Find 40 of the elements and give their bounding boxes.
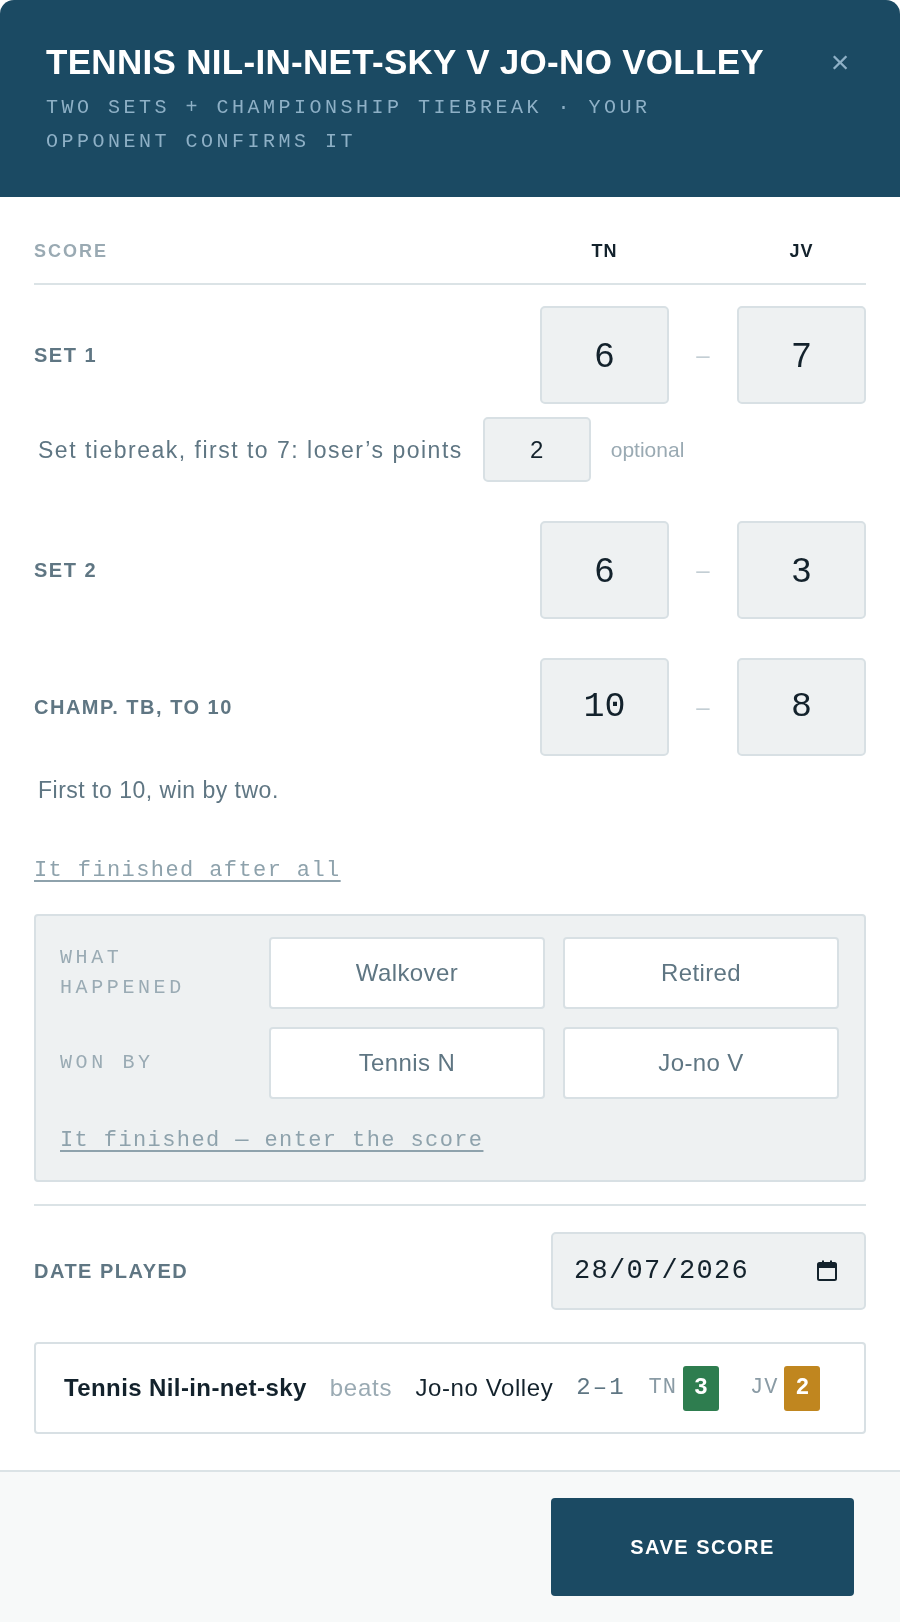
player-code: JV: [749, 1374, 779, 1402]
save-button[interactable]: SAVE SCORE: [551, 1498, 854, 1596]
optional-hint: optional: [610, 436, 685, 463]
winner-name: Tennis Nil-in-net-sky: [64, 1373, 307, 1403]
calendar-icon[interactable]: [816, 1260, 838, 1282]
tiebreak-input[interactable]: 2: [482, 417, 591, 482]
score-input[interactable]: 8: [737, 658, 866, 756]
score-input[interactable]: 6: [540, 521, 669, 619]
tiebreak-label: Set tiebreak, first to 7: loser’s points: [38, 435, 463, 464]
close-button[interactable]: ×: [820, 42, 860, 82]
field-label: DATE PLAYED: [34, 1259, 189, 1284]
field-label: WHAT HAPPENED: [60, 945, 186, 1001]
player-heading: JV: [789, 240, 814, 263]
dialog-subtitle: TWO SETS + CHAMPIONSHIP TIEBREAK · YOUR OPPONENT CONFIRMS IT: [46, 95, 652, 155]
option-button[interactable]: Jo-no V: [563, 1027, 839, 1099]
points-badge: 2: [784, 1365, 821, 1411]
score-separator: –: [696, 556, 710, 584]
score-separator: –: [696, 341, 710, 369]
set-label: SET 2: [34, 558, 98, 583]
result-verb: beats: [329, 1373, 393, 1403]
score-input[interactable]: 7: [737, 306, 866, 404]
set-label: CHAMP. TB, TO 10: [34, 695, 233, 720]
loser-name: Jo-no Volley: [415, 1373, 554, 1403]
option-button[interactable]: Tennis N: [269, 1027, 545, 1099]
score-input[interactable]: 6: [540, 306, 669, 404]
score-input[interactable]: 3: [737, 521, 866, 619]
option-button[interactable]: Walkover: [269, 937, 545, 1009]
set-count: 2–1: [576, 1373, 626, 1403]
column-heading: SCORE: [34, 240, 108, 263]
field-label: WON BY: [60, 1050, 154, 1076]
player-code: TN: [648, 1374, 677, 1402]
date-field[interactable]: 28/07/2026: [551, 1232, 866, 1310]
dialog-title: TENNIS NIL-IN-NET-SKY V JO-NO VOLLEY: [46, 42, 764, 82]
set-label: SET 1: [34, 343, 98, 368]
player-heading: TN: [591, 240, 618, 263]
option-button[interactable]: Retired: [563, 937, 839, 1009]
tiebreak-note: First to 10, win by two.: [37, 776, 280, 804]
score-input[interactable]: 10: [540, 658, 669, 756]
points-badge: 3: [682, 1365, 719, 1411]
score-separator: –: [696, 693, 710, 721]
